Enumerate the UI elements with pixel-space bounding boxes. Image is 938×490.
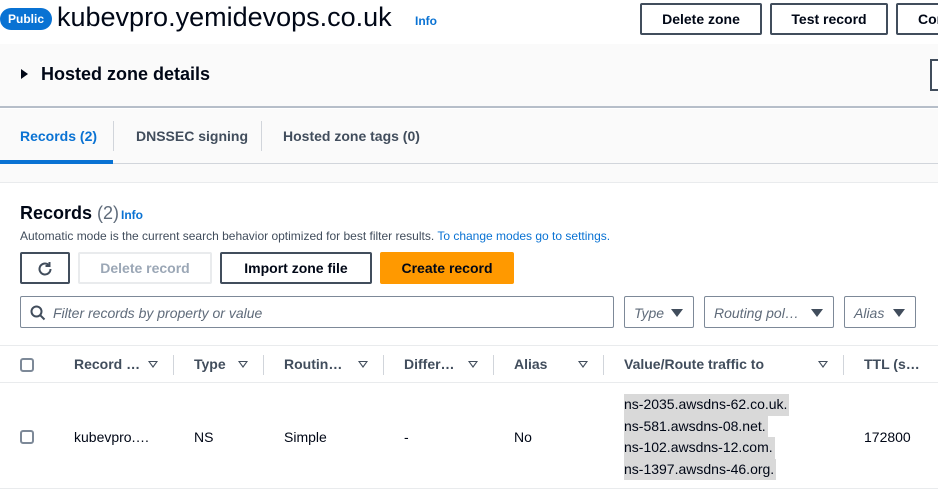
column-header-type[interactable]: Type [194, 356, 226, 372]
refresh-icon [38, 262, 52, 276]
column-divider[interactable] [173, 355, 174, 375]
search-icon [30, 305, 46, 321]
page-header: Public kubevpro.yemidevops.co.uk Info De… [0, 0, 938, 44]
column-header-alias[interactable]: Alias [514, 356, 547, 372]
column-divider[interactable] [263, 355, 264, 375]
column-header-value[interactable]: Value/Route traffic to [624, 356, 764, 372]
sort-icon[interactable] [578, 361, 588, 368]
caret-down-icon [671, 309, 683, 317]
column-divider[interactable] [603, 355, 604, 375]
zone-title: kubevpro.yemidevops.co.uk [57, 2, 392, 32]
value-line: ns-581.awsdns-08.net. [624, 415, 768, 437]
settings-link[interactable]: To change modes go to settings. [437, 229, 610, 243]
column-divider[interactable] [843, 355, 844, 375]
records-table-header: Record … Type Routin… Differ… Alias Valu… [0, 345, 938, 383]
filter-records-input[interactable]: Filter records by property or value [20, 296, 614, 328]
edit-details-button[interactable] [930, 59, 938, 91]
ttl-cell: 172800 [864, 429, 911, 445]
caret-down-icon [811, 309, 823, 317]
hosted-zone-details-section[interactable]: Hosted zone details [0, 44, 938, 108]
sort-icon[interactable] [238, 361, 248, 368]
records-info-link[interactable]: Info [121, 208, 143, 222]
column-header-record-name[interactable]: Record … [74, 356, 140, 372]
value-line: ns-2035.awsdns-62.co.uk. [624, 394, 790, 416]
delete-record-button[interactable]: Delete record [78, 252, 212, 284]
alias-filter-select[interactable]: Alias [844, 296, 916, 328]
refresh-button[interactable] [20, 252, 70, 284]
public-badge: Public [0, 8, 53, 30]
records-description: Automatic mode is the current search beh… [20, 229, 610, 243]
routing-select-label: Routing pol… [714, 305, 799, 321]
alias-select-label: Alias [854, 305, 885, 321]
column-header-routing-policy[interactable]: Routin… [284, 356, 342, 372]
records-panel: Records (2) Info Automatic mode is the c… [0, 182, 938, 490]
hosted-zone-details-title[interactable]: Hosted zone details [41, 64, 210, 85]
value-line: ns-102.awsdns-12.com. [624, 437, 775, 459]
table-row[interactable]: kubevpro.… NS Simple - No ns-2035.awsdns… [0, 384, 938, 489]
zone-info-link[interactable]: Info [415, 14, 437, 28]
tab-bar: Records (2) DNSSEC signing Hosted zone t… [0, 109, 938, 164]
routing-policy-cell: Simple [284, 429, 327, 445]
configure-button[interactable]: Cor [896, 3, 938, 35]
type-cell: NS [194, 429, 214, 445]
sort-icon[interactable] [358, 361, 368, 368]
value-cell: ns-2035.awsdns-62.co.uk. ns-581.awsdns-0… [624, 394, 790, 480]
tab-divider [261, 121, 262, 151]
tab-records[interactable]: Records (2) [20, 128, 97, 144]
sort-icon[interactable] [818, 361, 828, 368]
column-header-differentiator[interactable]: Differ… [404, 356, 455, 372]
select-all-checkbox[interactable] [20, 358, 34, 372]
routing-policy-filter-select[interactable]: Routing pol… [704, 296, 834, 328]
import-zone-file-button[interactable]: Import zone file [220, 252, 372, 284]
caret-down-icon [893, 309, 905, 317]
type-filter-select[interactable]: Type [624, 296, 694, 328]
caret-right-icon[interactable] [21, 69, 28, 79]
tab-divider [113, 121, 114, 151]
sort-icon[interactable] [468, 361, 478, 368]
tab-hosted-zone-tags[interactable]: Hosted zone tags (0) [283, 128, 420, 144]
tab-dnssec-signing[interactable]: DNSSEC signing [136, 128, 248, 144]
test-record-button[interactable]: Test record [770, 3, 888, 35]
record-name-cell: kubevpro.… [74, 429, 150, 445]
column-divider[interactable] [493, 355, 494, 375]
value-line: ns-1397.awsdns-46.org. [624, 458, 777, 480]
records-title: Records [20, 203, 93, 223]
filter-placeholder: Filter records by property or value [53, 305, 263, 321]
column-header-ttl[interactable]: TTL (s… [864, 356, 920, 372]
records-count: (2) [97, 203, 120, 223]
row-checkbox[interactable] [20, 430, 34, 444]
sort-icon[interactable] [148, 361, 158, 368]
panel-spacer [0, 164, 938, 182]
differentiator-cell: - [404, 429, 409, 445]
column-divider[interactable] [383, 355, 384, 375]
create-record-button[interactable]: Create record [380, 252, 514, 284]
delete-zone-button[interactable]: Delete zone [640, 3, 762, 35]
records-heading: Records (2) [20, 203, 119, 224]
type-select-label: Type [634, 305, 665, 321]
alias-cell: No [514, 429, 532, 445]
records-description-text: Automatic mode is the current search beh… [20, 229, 435, 243]
